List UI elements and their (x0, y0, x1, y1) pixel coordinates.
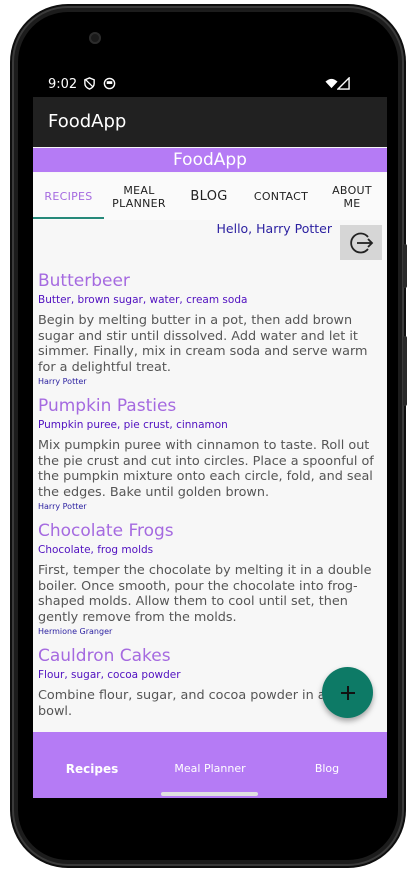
power-button (403, 336, 407, 406)
tab-recipes[interactable]: RECIPES (33, 173, 104, 220)
recipe-name: Cauldron Cakes (38, 646, 171, 666)
recipe-name: Chocolate Frogs (38, 521, 174, 541)
tab-indicator (33, 217, 104, 219)
recipe-steps: Begin by melting butter in a pot, then a… (38, 313, 368, 375)
bottom-nav-meal-planner[interactable]: Meal Planner (166, 762, 254, 775)
recipe-ingredients: Chocolate, frog molds (38, 544, 154, 556)
app-title: FoodApp (48, 111, 127, 132)
front-camera (89, 32, 101, 44)
recipe-author: Harry Potter (38, 502, 87, 511)
bottom-nav-blog[interactable]: Blog (305, 762, 349, 775)
recipe-card[interactable]: Butterbeer Butter, brown sugar, water, c… (33, 265, 387, 390)
recipe-card[interactable]: Pumpkin Pasties Pumpkin puree, pie crust… (33, 390, 387, 515)
tab-contact-label: CONTACT (253, 190, 309, 203)
recipe-author (38, 720, 382, 722)
tab-recipes-label: RECIPES (44, 190, 93, 203)
user-greeting: Hello, Harry Potter (216, 221, 333, 236)
recipe-name: Butterbeer (38, 271, 130, 291)
logout-button[interactable] (340, 225, 382, 260)
tab-meal-planner-label: MEAL PLANNER (112, 183, 166, 210)
recipe-name: Pumpkin Pasties (38, 396, 177, 416)
tab-blog-label: BLOG (190, 189, 228, 204)
face-icon (103, 77, 116, 90)
recipe-steps: First, temper the chocolate by melting i… (38, 563, 372, 625)
app-bar: FoodApp (33, 97, 387, 147)
tab-bar: RECIPES MEAL PLANNER BLOG CONTACT ABOUT … (33, 173, 387, 220)
bottom-nav-blog-label: Blog (314, 762, 340, 775)
tab-meal-planner[interactable]: MEAL PLANNER (106, 173, 172, 220)
tab-about-me-label: ABOUT ME (332, 183, 372, 210)
shield-icon (84, 77, 95, 90)
tab-blog[interactable]: BLOG (179, 173, 239, 220)
tab-contact[interactable]: CONTACT (246, 173, 316, 220)
volume-button (403, 244, 407, 288)
recipe-list[interactable]: Butterbeer Butter, brown sugar, water, c… (33, 265, 387, 732)
logout-icon (350, 232, 374, 253)
recipe-ingredients: Pumpkin puree, pie crust, cinnamon (38, 419, 228, 431)
signal-icon (337, 77, 350, 90)
home-indicator[interactable] (161, 792, 258, 796)
bottom-nav-recipes-label: Recipes (65, 762, 119, 776)
recipe-card[interactable]: Chocolate Frogs Chocolate, frog molds Fi… (33, 515, 387, 640)
plus-icon (340, 685, 355, 700)
app-screen: 9:02 FoodApp FoodApp RECIPES MEAL PLANNE… (33, 70, 387, 798)
add-recipe-fab[interactable] (322, 667, 373, 718)
status-bar: 9:02 (33, 70, 387, 97)
bottom-navigation: Recipes Meal Planner Blog (33, 732, 387, 798)
recipe-author: Hermione Granger (38, 627, 113, 636)
app-banner: FoodApp (33, 148, 387, 172)
bottom-nav-meal-planner-label: Meal Planner (174, 762, 246, 775)
recipe-ingredients: Butter, brown sugar, water, cream soda (38, 294, 248, 306)
tab-about-me[interactable]: ABOUT ME (325, 173, 379, 220)
status-time: 9:02 (48, 77, 78, 92)
bottom-nav-recipes[interactable]: Recipes (63, 762, 121, 776)
recipe-steps: Mix pumpkin puree with cinnamon to taste… (38, 438, 374, 500)
recipe-author: Harry Potter (38, 377, 87, 386)
